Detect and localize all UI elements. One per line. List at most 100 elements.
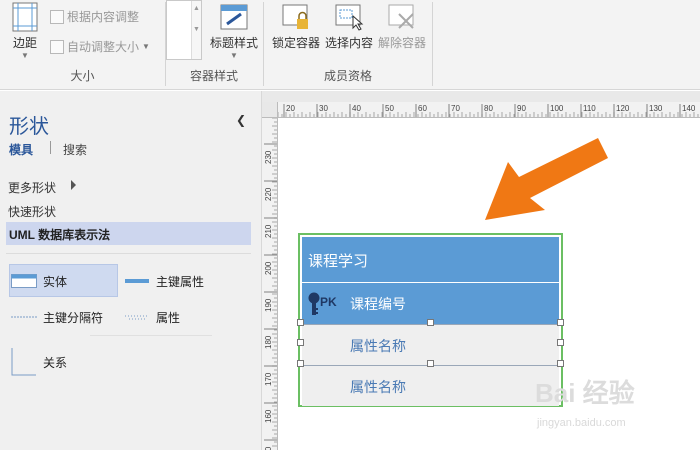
- selection-handle[interactable]: [557, 360, 564, 367]
- ruler-label: 110: [583, 104, 596, 113]
- vertical-ruler-ticks: 230 220 210 200 190 180 170 160 150: [264, 118, 277, 450]
- selection-handle[interactable]: [557, 339, 564, 346]
- ruler-label: 140: [682, 104, 696, 113]
- margin-icon: [12, 2, 38, 32]
- relationship-shape-icon: [11, 348, 36, 376]
- selection-handle[interactable]: [427, 360, 434, 367]
- ruler-corner: [262, 102, 278, 118]
- stencil-entity-label: 实体: [43, 274, 68, 289]
- primary-key-row[interactable]: PK 课程编号: [302, 283, 559, 324]
- selection-handle[interactable]: [427, 319, 434, 326]
- size-group: 边距 ▼ 根据内容调整 自动调整大小 ▼ 大小: [0, 0, 165, 90]
- chevron-down-icon: ▼: [21, 51, 29, 60]
- pk-badge: PK: [320, 295, 337, 309]
- auto-size-label: 自动调整大小: [67, 40, 140, 54]
- primary-key-shape-icon: [125, 279, 149, 283]
- stencil-attribute[interactable]: 属性: [125, 301, 180, 333]
- container-style-group-label: 容器样式: [189, 69, 238, 83]
- more-shapes-item[interactable]: 更多形状: [8, 179, 56, 196]
- ruler-label: 100: [550, 104, 564, 113]
- entity-header[interactable]: 课程学习: [302, 237, 559, 283]
- chevron-down-icon: ▼: [142, 42, 150, 51]
- select-content-button[interactable]: 选择内容: [321, 0, 377, 51]
- chevron-down-icon: ▼: [193, 26, 200, 33]
- watermark-logo: Bai 经验: [535, 378, 635, 408]
- membership-group-label: 成员资格: [323, 69, 372, 83]
- key-icon: [308, 292, 320, 315]
- attribute-name[interactable]: 属性名称: [350, 377, 406, 397]
- stencil-attribute-label: 属性: [156, 310, 181, 325]
- ruler-label: 120: [616, 104, 630, 113]
- horizontal-ruler[interactable]: 20 30 40 50 60 70 80 90 100 110 120 130 140: [262, 102, 700, 118]
- ruler-label: 210: [264, 224, 273, 238]
- ruler-label: 50: [385, 104, 394, 113]
- uml-database-stencil-label: UML 数据库表示法: [9, 228, 111, 242]
- tab-search[interactable]: 搜索: [63, 141, 87, 158]
- lock-container-button[interactable]: 锁定容器: [268, 0, 324, 51]
- ruler-label: 80: [484, 104, 493, 113]
- title-style-button[interactable]: 标题样式 ▼: [206, 0, 262, 60]
- ruler-label: 150: [264, 446, 273, 450]
- container-style-gallery[interactable]: ▲ ▼: [166, 0, 202, 60]
- vertical-ruler[interactable]: 230 220 210 200 190 180 170 160 150: [262, 118, 278, 450]
- selection-handle[interactable]: [297, 339, 304, 346]
- selection-handle[interactable]: [297, 319, 304, 326]
- ruler-label: 20: [286, 104, 295, 113]
- disband-container-icon: [387, 2, 417, 32]
- stencil-primary-key-label: 主键属性: [156, 274, 205, 289]
- orange-arrow-annotation: [485, 138, 608, 220]
- title-style-label: 标题样式: [209, 36, 258, 50]
- attribute-row[interactable]: 属性名称: [302, 365, 559, 406]
- quick-shapes-item[interactable]: 快速形状: [8, 203, 56, 220]
- chevron-right-icon: [71, 180, 76, 190]
- container-style-group: ▲ ▼ 标题样式 ▼ 容器样式: [166, 0, 262, 90]
- primary-key-name[interactable]: 课程编号: [350, 294, 406, 314]
- stencil-relationship-label: 关系: [43, 355, 68, 370]
- disband-container-button[interactable]: 解除容器: [374, 0, 430, 51]
- stencil-primary-key-attribute[interactable]: 主键属性: [125, 265, 204, 297]
- ruler-label: 130: [649, 104, 663, 113]
- fit-content-icon: [50, 9, 64, 24]
- collapse-pane-icon[interactable]: ❮: [236, 113, 246, 127]
- ruler-label: 180: [264, 335, 273, 349]
- ruler-label: 230: [264, 150, 273, 164]
- attribute-name[interactable]: 属性名称: [350, 336, 406, 356]
- fit-content-button[interactable]: 根据内容调整: [50, 8, 139, 25]
- shapes-pane-title: 形状: [9, 116, 49, 138]
- attribute-row[interactable]: 属性名称: [302, 324, 559, 365]
- entity-title[interactable]: 课程学习: [308, 250, 368, 271]
- ruler-label: 60: [418, 104, 427, 113]
- gallery-scroll[interactable]: ▲ ▼: [191, 1, 201, 59]
- stencil-primary-key-separator[interactable]: 主键分隔符: [11, 301, 103, 333]
- ruler-label: 40: [352, 104, 361, 113]
- margin-label: 边距: [12, 36, 37, 50]
- auto-size-icon: [50, 39, 64, 54]
- ruler-label: 220: [264, 187, 273, 201]
- horizontal-ruler-ticks: 20 30 40 50 60 70 80 90 100 110 120 130 140: [262, 104, 699, 117]
- lock-container-icon: [281, 2, 311, 32]
- membership-group: 锁定容器 选择内容 解除容器 成员资格: [264, 0, 432, 90]
- margin-button[interactable]: 边距 ▼: [6, 0, 44, 60]
- ruler-label: 200: [264, 261, 273, 275]
- ruler-label: 170: [264, 372, 273, 386]
- selection-handle[interactable]: [297, 360, 304, 367]
- tab-stencils[interactable]: 模具: [9, 141, 33, 158]
- shapes-pane: 形状 ❮ 模具 搜索 更多形状 快速形状 UML 数据库表示法 实体 主键属性 …: [0, 91, 262, 450]
- tab-divider: [50, 141, 51, 154]
- stencil-relationship[interactable]: 关系: [11, 346, 67, 378]
- stencil-entity[interactable]: 实体: [11, 265, 67, 297]
- pane-divider: [6, 253, 251, 254]
- stencil-separator-label: 主键分隔符: [43, 310, 104, 325]
- disband-container-label: 解除容器: [377, 36, 426, 50]
- auto-size-button[interactable]: 自动调整大小 ▼: [50, 38, 150, 55]
- uml-database-stencil[interactable]: UML 数据库表示法: [6, 222, 251, 245]
- ruler-label: 30: [319, 104, 328, 113]
- selection-handle[interactable]: [557, 319, 564, 326]
- chevron-down-icon: ▼: [230, 51, 238, 60]
- entity-shape-icon: [11, 274, 37, 288]
- ruler-label: 160: [264, 409, 273, 423]
- ruler-label: 70: [451, 104, 460, 113]
- separator-shape-icon: [11, 316, 37, 318]
- ribbon-divider: [432, 2, 433, 86]
- size-group-label: 大小: [70, 69, 95, 83]
